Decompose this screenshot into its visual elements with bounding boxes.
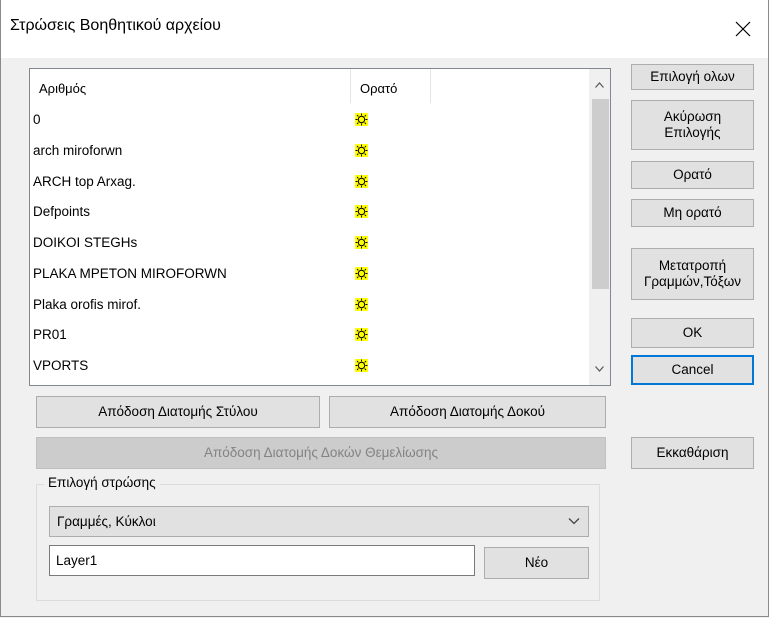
visible-sun-icon[interactable] — [355, 113, 368, 126]
layer-name: DOIKOI STEGHs — [33, 235, 138, 250]
list-header: Αριθμός Ορατό — [30, 69, 590, 103]
layer-name-input[interactable] — [49, 545, 475, 576]
layer-name: Plaka orofis mirof. — [33, 296, 142, 312]
column-header-number[interactable]: Αριθμός — [30, 69, 351, 103]
layer-name: ARCH top Arxag. — [33, 173, 136, 189]
chevron-down-icon — [568, 518, 580, 525]
list-item[interactable]: VPORTS — [30, 351, 590, 382]
list-item[interactable]: Plaka orofis mirof. — [30, 290, 590, 321]
list-item[interactable]: 0 — [30, 105, 590, 136]
visible-sun-icon[interactable] — [355, 174, 368, 188]
visible-sun-icon[interactable] — [355, 297, 368, 311]
assign-foundation-beam-section-button[interactable]: Απόδοση Διατομής Δοκών Θεμελίωσης — [36, 437, 606, 469]
layer-name: VPORTS — [33, 358, 89, 373]
vertical-scrollbar[interactable] — [589, 69, 610, 385]
cancel-label: Cancel — [671, 362, 714, 377]
window-title: Στρώσεις Βοηθητικού αρχείου — [10, 17, 221, 34]
visible-sun-icon[interactable] — [355, 359, 368, 372]
visible-sun-icon[interactable] — [355, 236, 368, 249]
select-all-button[interactable]: Επιλογή ολων — [631, 64, 754, 90]
close-icon — [735, 21, 751, 37]
layer-name: 0 — [33, 112, 41, 127]
new-label: Νέο — [524, 555, 549, 570]
layer-name: Defpoints — [33, 204, 91, 220]
list-item[interactable]: PR01 — [30, 320, 590, 351]
visible-sun-icon[interactable] — [355, 266, 368, 280]
dialog-window: Στρώσεις Βοηθητικού αρχείου Αριθμός Ορατ… — [0, 0, 769, 617]
chevron-down-icon — [595, 366, 604, 372]
layer-name-input-field[interactable] — [50, 546, 474, 575]
ok-button[interactable]: OK — [631, 318, 754, 348]
convert-label-line1: Μετατροπή — [658, 258, 727, 273]
assign-beam-section-label: Απόδοση Διατομής Δοκού — [390, 404, 545, 419]
cancel-selection-label-line2: Επιλογής — [664, 125, 721, 140]
layer-selection-group — [36, 484, 600, 601]
cancel-button[interactable]: Cancel — [631, 355, 754, 385]
clear-button[interactable]: Εκκαθάριση — [631, 437, 754, 469]
list-item[interactable]: PLAKA MPETON MIROFORWN — [30, 259, 590, 290]
not-visible-button[interactable]: Μη ορατό — [631, 199, 754, 227]
cancel-selection-button[interactable]: Ακύρωση Επιλογής — [631, 100, 754, 150]
clear-label: Εκκαθάριση — [656, 445, 729, 460]
visible-button[interactable]: Ορατό — [631, 161, 754, 189]
list-item[interactable]: ARCH top Arxag. — [30, 167, 590, 198]
assign-column-section-label: Απόδοση Διατομής Στύλου — [98, 404, 258, 419]
layers-list[interactable]: Αριθμός Ορατό 0 arch miroforwn ARCH top … — [29, 68, 611, 386]
layer-type-dropdown-value: Γραμμές, Κύκλοι — [57, 514, 156, 529]
list-item[interactable]: DOIKOI STEGHs — [30, 228, 590, 259]
layer-name: PLAKA MPETON MIROFORWN — [33, 265, 227, 281]
layer-type-dropdown[interactable]: Γραμμές, Κύκλοι — [49, 506, 589, 537]
chevron-up-icon — [595, 82, 604, 88]
not-visible-label: Μη ορατό — [663, 205, 722, 220]
layer-name: PR01 — [33, 327, 67, 343]
list-item[interactable]: arch miroforwn — [30, 136, 590, 167]
new-layer-button[interactable]: Νέο — [484, 547, 589, 579]
convert-lines-arcs-button[interactable]: Μετατροπή Γραμμών,Τόξων — [631, 248, 754, 300]
assign-foundation-beam-section-label: Απόδοση Διατομής Δοκών Θεμελίωσης — [203, 445, 439, 460]
convert-label-line2: Γραμμών,Τόξων — [643, 274, 742, 289]
layer-selection-group-label: Επιλογή στρώσης — [44, 475, 160, 490]
list-item[interactable]: Defpoints — [30, 197, 590, 228]
layer-name: arch miroforwn — [33, 142, 123, 158]
assign-beam-section-button[interactable]: Απόδοση Διατομής Δοκού — [329, 396, 606, 428]
cancel-selection-label-line1: Ακύρωση — [663, 109, 722, 124]
visible-sun-icon[interactable] — [355, 143, 368, 157]
visible-sun-icon[interactable] — [355, 205, 368, 219]
select-all-label: Επιλογή ολων — [650, 69, 735, 84]
close-button[interactable] — [723, 10, 763, 48]
visible-sun-icon[interactable] — [355, 328, 368, 342]
scroll-thumb[interactable] — [592, 99, 609, 289]
visible-label: Ορατό — [673, 167, 712, 182]
ok-label: OK — [682, 325, 703, 340]
scroll-up-button[interactable] — [589, 75, 610, 95]
list-rows: 0 arch miroforwn ARCH top Arxag. Defpoin… — [30, 105, 590, 382]
scroll-down-button[interactable] — [589, 359, 610, 379]
column-header-visible[interactable]: Ορατό — [352, 69, 431, 103]
title-bar: Στρώσεις Βοηθητικού αρχείου — [1, 0, 768, 58]
assign-column-section-button[interactable]: Απόδοση Διατομής Στύλου — [36, 396, 320, 428]
